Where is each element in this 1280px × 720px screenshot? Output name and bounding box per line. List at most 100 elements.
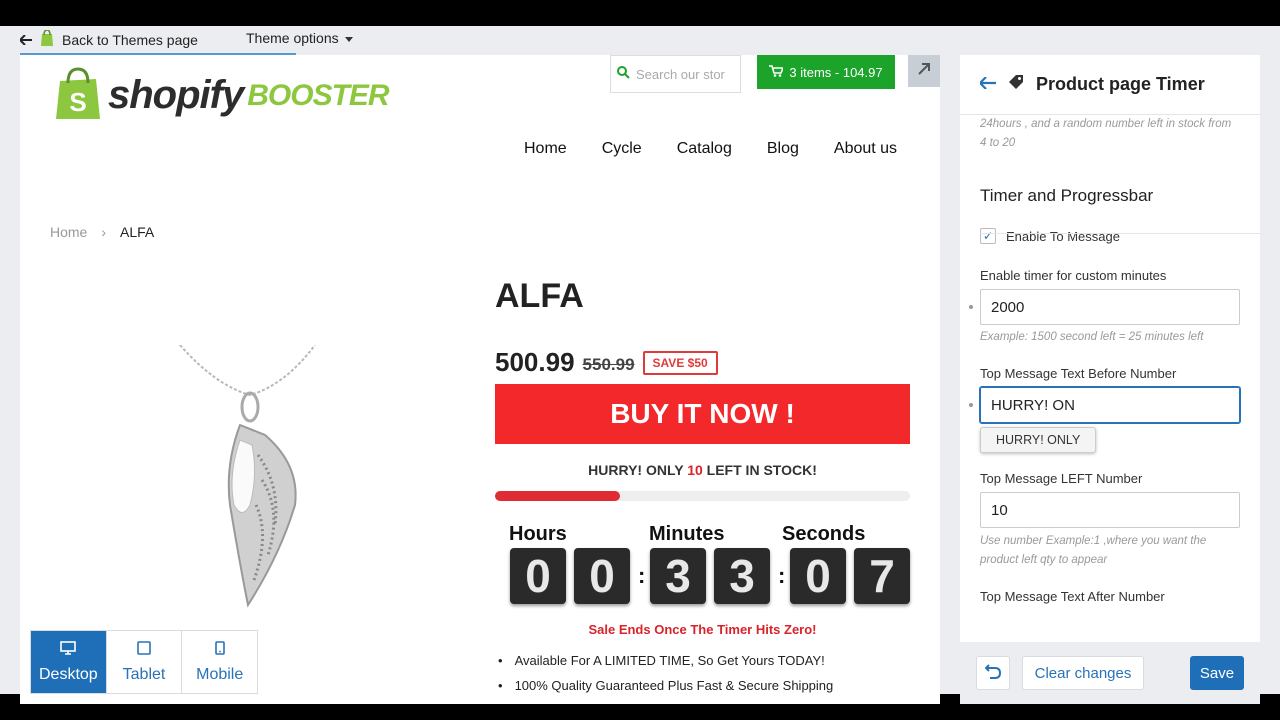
custom-minutes-input[interactable]: 2000 — [969, 289, 1240, 325]
compare-price: 550.99 — [582, 355, 635, 374]
sale-end-message: Sale Ends Once The Timer Hits Zero! — [588, 622, 817, 637]
nav-cycle[interactable]: Cycle — [602, 140, 642, 158]
breadcrumb-current: ALFA — [120, 224, 155, 240]
store-logo[interactable]: S shopify BOOSTER — [54, 67, 390, 124]
stock-after-text: LEFT IN STOCK! — [706, 462, 817, 478]
stock-progress-fill — [495, 491, 620, 501]
search-placeholder: Search our stor — [636, 66, 725, 82]
cart-button[interactable]: 3 items - 104.97 — [757, 55, 895, 89]
undo-icon — [984, 663, 1002, 684]
clear-changes-button[interactable]: Clear changes — [1022, 656, 1144, 690]
left-number-value: 10 — [991, 501, 1008, 519]
timer-digit: 0 — [510, 548, 566, 604]
checkmark-icon[interactable]: ✓ — [980, 228, 996, 244]
device-mobile-label: Mobile — [196, 665, 244, 683]
product-price: 500.99 — [495, 347, 575, 377]
expand-arrow-icon — [918, 62, 930, 80]
bullet-item: Available For A LIMITED TIME, So Get You… — [498, 653, 833, 668]
tag-icon — [1008, 74, 1024, 95]
product-image[interactable] — [170, 344, 320, 635]
timer-minutes-label: Minutes — [649, 523, 725, 545]
theme-options-label: Theme options — [246, 30, 339, 46]
left-number-help: Use number Example:1 ,where you want the… — [980, 535, 1207, 566]
caret-down-icon — [344, 30, 353, 46]
stock-message: HURRY! ONLY 10 LEFT IN STOCK! — [495, 462, 910, 478]
nav-catalog[interactable]: Catalog — [677, 140, 732, 158]
left-number-input[interactable]: 10 — [980, 492, 1240, 528]
panel-footer: Clear changes Save — [960, 642, 1260, 704]
mobile-icon — [214, 640, 225, 660]
editor-screen: Back to Themes page Theme options S shop… — [0, 26, 1280, 704]
custom-minutes-help: Example: 1500 second left = 25 minutes l… — [980, 331, 1204, 343]
breadcrumb-separator: › — [101, 224, 107, 240]
timer-help-text: 24hours , and a random number left in st… — [980, 118, 1232, 149]
timer-digit: 0 — [790, 548, 846, 604]
device-desktop-label: Desktop — [38, 665, 98, 683]
enable-message-label: Enable To Message — [1006, 228, 1120, 244]
enable-message-checkbox-row[interactable]: ✓ Enable To Message — [980, 228, 1240, 244]
device-mobile-button[interactable]: Mobile — [182, 631, 257, 693]
shopify-bag-icon — [40, 29, 54, 49]
panel-body: 24hours , and a random number left in st… — [969, 115, 1260, 604]
cart-icon — [769, 64, 785, 80]
device-switcher: Desktop Tablet Mobile — [30, 630, 258, 694]
device-desktop-button[interactable]: Desktop — [31, 631, 107, 693]
left-number-label: Top Message LEFT Number — [980, 471, 1143, 486]
back-to-themes-link[interactable]: Back to Themes page — [18, 29, 198, 49]
stock-before-text: HURRY! ONLY — [588, 462, 684, 478]
field-marker — [969, 403, 973, 407]
timer-colon: : — [778, 563, 786, 588]
shopify-logo-icon: S — [54, 67, 102, 124]
custom-minutes-label: Enable timer for custom minutes — [980, 268, 1167, 283]
panel-header: Product page Timer — [960, 55, 1260, 115]
top-message-before-input[interactable]: HURRY! ON — [969, 387, 1240, 423]
stock-number: 10 — [687, 462, 703, 478]
svg-text:S: S — [69, 87, 86, 117]
panel-title: Product page Timer — [1036, 74, 1205, 94]
tablet-icon — [137, 640, 151, 660]
section-divider — [980, 233, 1260, 234]
store-search-input[interactable]: Search our stor — [610, 55, 741, 93]
arrow-left-icon — [18, 32, 32, 48]
settings-panel: Product page Timer 24hours , and a rando… — [960, 55, 1260, 704]
save-badge: SAVE $50 — [642, 350, 718, 375]
timer-seconds-label: Seconds — [782, 523, 866, 545]
top-message-before-value: HURRY! ON — [991, 396, 1075, 414]
breadcrumb-home[interactable]: Home — [50, 224, 87, 240]
timer-digit: 0 — [574, 548, 630, 604]
desktop-icon — [60, 640, 77, 660]
device-tablet-label: Tablet — [122, 665, 166, 683]
storefront-preview: S shopify BOOSTER Search our stor 3 item… — [20, 55, 940, 704]
search-icon — [617, 66, 630, 82]
nav-about-us[interactable]: About us — [834, 140, 897, 158]
breadcrumb: Home › ALFA — [50, 224, 154, 240]
nav-blog[interactable]: Blog — [767, 140, 799, 158]
product-title: ALFA — [495, 277, 584, 315]
theme-options-dropdown[interactable]: Theme options — [246, 30, 353, 46]
timer-digit: 7 — [854, 548, 910, 604]
timer-digit: 3 — [650, 548, 706, 604]
timer-digit: 3 — [714, 548, 770, 604]
main-nav: Home Cycle Catalog Blog About us — [524, 140, 897, 158]
logo-booster-text: BOOSTER — [247, 78, 389, 112]
cart-label: 3 items - 104.97 — [789, 64, 883, 80]
undo-button[interactable] — [976, 656, 1010, 690]
buy-now-button[interactable]: BUY IT NOW ! — [495, 384, 910, 444]
expand-preview-button[interactable] — [908, 55, 940, 87]
device-tablet-button[interactable]: Tablet — [107, 631, 183, 693]
autocomplete-suggestion[interactable]: HURRY! ONLY — [980, 427, 1097, 453]
top-message-after-label: Top Message Text After Number — [980, 589, 1165, 604]
field-marker — [969, 305, 973, 309]
countdown-timer: 0 0 : 3 3 : 0 7 — [510, 548, 910, 604]
back-arrow-icon[interactable] — [978, 75, 996, 94]
save-button[interactable]: Save — [1190, 656, 1244, 690]
back-link-label: Back to Themes page — [62, 31, 198, 48]
stock-progress-bar — [495, 491, 910, 501]
custom-minutes-value: 2000 — [991, 298, 1025, 316]
top-message-before-label: Top Message Text Before Number — [980, 366, 1177, 381]
nav-home[interactable]: Home — [524, 140, 567, 158]
timer-colon: : — [638, 563, 646, 588]
bullet-item: 100% Quality Guaranteed Plus Fast & Secu… — [498, 678, 834, 693]
logo-wordmark: shopify — [108, 73, 244, 117]
section-title: Timer and Progressbar — [980, 186, 1154, 205]
